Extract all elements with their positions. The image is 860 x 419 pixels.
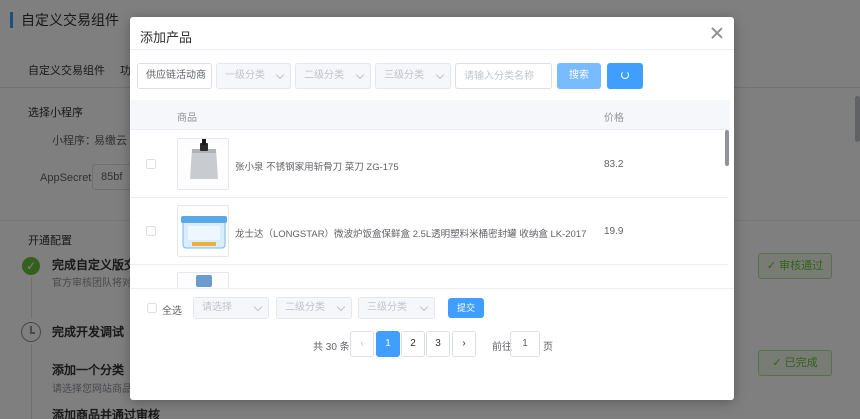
- activity-select[interactable]: 供应链活动商: [137, 63, 212, 89]
- product-image: [177, 272, 229, 288]
- product-price: 83.2: [604, 159, 624, 170]
- table-row: 张小泉 不锈钢家用斩骨刀 菜刀 ZG-175 83.2: [130, 131, 728, 198]
- select-all-label: 全选: [162, 306, 182, 317]
- chevron-down-icon: [253, 302, 263, 312]
- product-price: 19.9: [604, 226, 624, 237]
- row-checkbox[interactable]: [146, 159, 156, 169]
- table-row: [130, 265, 728, 288]
- refresh-button[interactable]: [607, 63, 643, 89]
- table-bottom-divider: [130, 288, 734, 289]
- category1-placeholder: 一级分类: [225, 70, 265, 81]
- page-button-3[interactable]: 3: [426, 331, 450, 357]
- product-name: 张小泉 不锈钢家用斩骨刀 菜刀 ZG-175: [235, 162, 399, 173]
- category3-select[interactable]: 三级分类: [375, 63, 451, 89]
- category2-placeholder: 二级分类: [304, 70, 344, 81]
- batch-category3-select[interactable]: 三级分类: [358, 297, 435, 319]
- submit-button[interactable]: 提交: [448, 298, 484, 318]
- batch-category3-placeholder: 三级分类: [367, 302, 407, 313]
- category-search-input[interactable]: [455, 63, 552, 89]
- pagination-total: 共 30 条: [313, 342, 350, 353]
- batch-select[interactable]: 请选择: [193, 297, 269, 319]
- product-name: 龙士达（LONGSTAR）微波炉饭盒保鲜盒 2.5L透明塑料米桶密封罐 收纳盒 …: [235, 229, 587, 240]
- chevron-down-icon: [435, 70, 445, 80]
- column-header-product: 商品: [177, 113, 197, 124]
- table-scrollbar[interactable]: [725, 130, 729, 166]
- column-header-price: 价格: [604, 113, 624, 124]
- next-page-button[interactable]: ›: [452, 331, 476, 357]
- select-all-checkbox[interactable]: [147, 303, 157, 313]
- batch-category2-select[interactable]: 二级分类: [276, 297, 352, 319]
- dialog-title: 添加产品: [140, 30, 193, 45]
- table-row: 龙士达（LONGSTAR）微波炉饭盒保鲜盒 2.5L透明塑料米桶密封罐 收纳盒 …: [130, 198, 728, 265]
- chevron-down-icon: [419, 302, 429, 312]
- close-icon[interactable]: [710, 26, 724, 40]
- batch-select-placeholder: 请选择: [202, 302, 232, 313]
- prev-page-button[interactable]: ‹: [350, 331, 374, 357]
- table-header: 商品 价格: [130, 100, 730, 130]
- search-button[interactable]: 搜索: [557, 63, 601, 89]
- page-button-1[interactable]: 1: [376, 331, 400, 357]
- category2-select[interactable]: 二级分类: [295, 63, 371, 89]
- page-unit-label: 页: [543, 342, 553, 353]
- batch-category2-placeholder: 二级分类: [285, 302, 325, 313]
- goto-page-input[interactable]: 1: [510, 331, 540, 357]
- refresh-icon: [621, 71, 629, 80]
- chevron-down-icon: [275, 70, 285, 80]
- chevron-down-icon: [336, 302, 346, 312]
- row-checkbox[interactable]: [146, 226, 156, 236]
- page-button-2[interactable]: 2: [401, 331, 425, 357]
- add-product-dialog: 添加产品 供应链活动商 一级分类 二级分类 三级分类 搜索 商品 价格: [130, 17, 734, 400]
- product-table: 商品 价格 张小泉 不锈钢家用斩骨刀 菜刀 ZG-175 83.2 龙士达（LO…: [130, 100, 730, 288]
- chevron-down-icon: [355, 70, 365, 80]
- product-image-cleaver: [177, 138, 229, 190]
- category3-placeholder: 三级分类: [384, 70, 424, 81]
- goto-label: 前往: [492, 342, 512, 353]
- category1-select[interactable]: 一级分类: [216, 63, 291, 89]
- dialog-header-divider: [130, 49, 734, 50]
- product-image-food-container: [177, 205, 229, 257]
